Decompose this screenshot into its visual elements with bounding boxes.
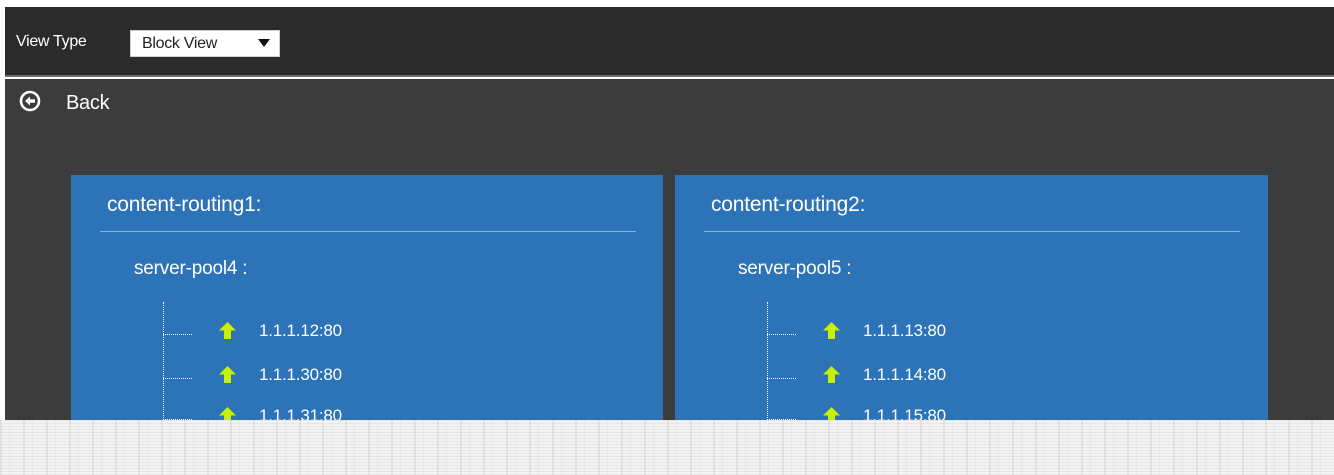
arrow-up-icon — [823, 366, 840, 383]
arrow-up-icon — [823, 407, 840, 420]
server-item[interactable]: 1.1.1.31:80 — [163, 406, 463, 420]
server-address: 1.1.1.12:80 — [259, 321, 342, 340]
main-panel: Back content-routing1: server-pool4 : 1.… — [5, 79, 1334, 420]
card-title: content-routing2: — [711, 193, 866, 216]
content-routing-card-2: content-routing2: server-pool5 : 1.1.1.1… — [675, 175, 1268, 420]
server-item[interactable]: 1.1.1.12:80 — [163, 321, 463, 345]
caret-down-icon — [258, 39, 270, 47]
view-type-label: View Type — [16, 33, 87, 50]
server-address: 1.1.1.30:80 — [259, 365, 342, 384]
view-type-select[interactable]: Block View — [130, 30, 280, 57]
back-circle-arrow-icon — [19, 90, 41, 112]
server-item[interactable]: 1.1.1.30:80 — [163, 365, 463, 389]
view-type-selected-value: Block View — [142, 35, 217, 52]
cropped-noise-strip — [0, 420, 1334, 475]
toolbar: View Type Block View — [5, 7, 1334, 77]
tree-connector — [163, 302, 164, 420]
server-item[interactable]: 1.1.1.15:80 — [767, 406, 1067, 420]
card-title: content-routing1: — [107, 193, 262, 216]
server-item[interactable]: 1.1.1.14:80 — [767, 365, 1067, 389]
tree-connector — [767, 302, 768, 420]
server-address: 1.1.1.13:80 — [863, 321, 946, 340]
arrow-up-icon — [219, 322, 236, 339]
tree-branch — [767, 334, 796, 335]
tree-branch — [163, 378, 192, 379]
content-routing-card-1: content-routing1: server-pool4 : 1.1.1.1… — [71, 175, 663, 420]
server-pool-label: server-pool5 : — [738, 258, 852, 279]
card-divider — [100, 231, 636, 232]
back-label: Back — [66, 92, 110, 114]
arrow-up-icon — [823, 322, 840, 339]
server-address: 1.1.1.15:80 — [863, 406, 946, 420]
arrow-up-icon — [219, 366, 236, 383]
tree-branch — [163, 334, 192, 335]
server-address: 1.1.1.14:80 — [863, 365, 946, 384]
arrow-up-icon — [219, 407, 236, 420]
tree-branch — [767, 378, 796, 379]
server-item[interactable]: 1.1.1.13:80 — [767, 321, 1067, 345]
server-pool-label: server-pool4 : — [134, 258, 248, 279]
server-address: 1.1.1.31:80 — [259, 406, 342, 420]
card-divider — [704, 231, 1240, 232]
